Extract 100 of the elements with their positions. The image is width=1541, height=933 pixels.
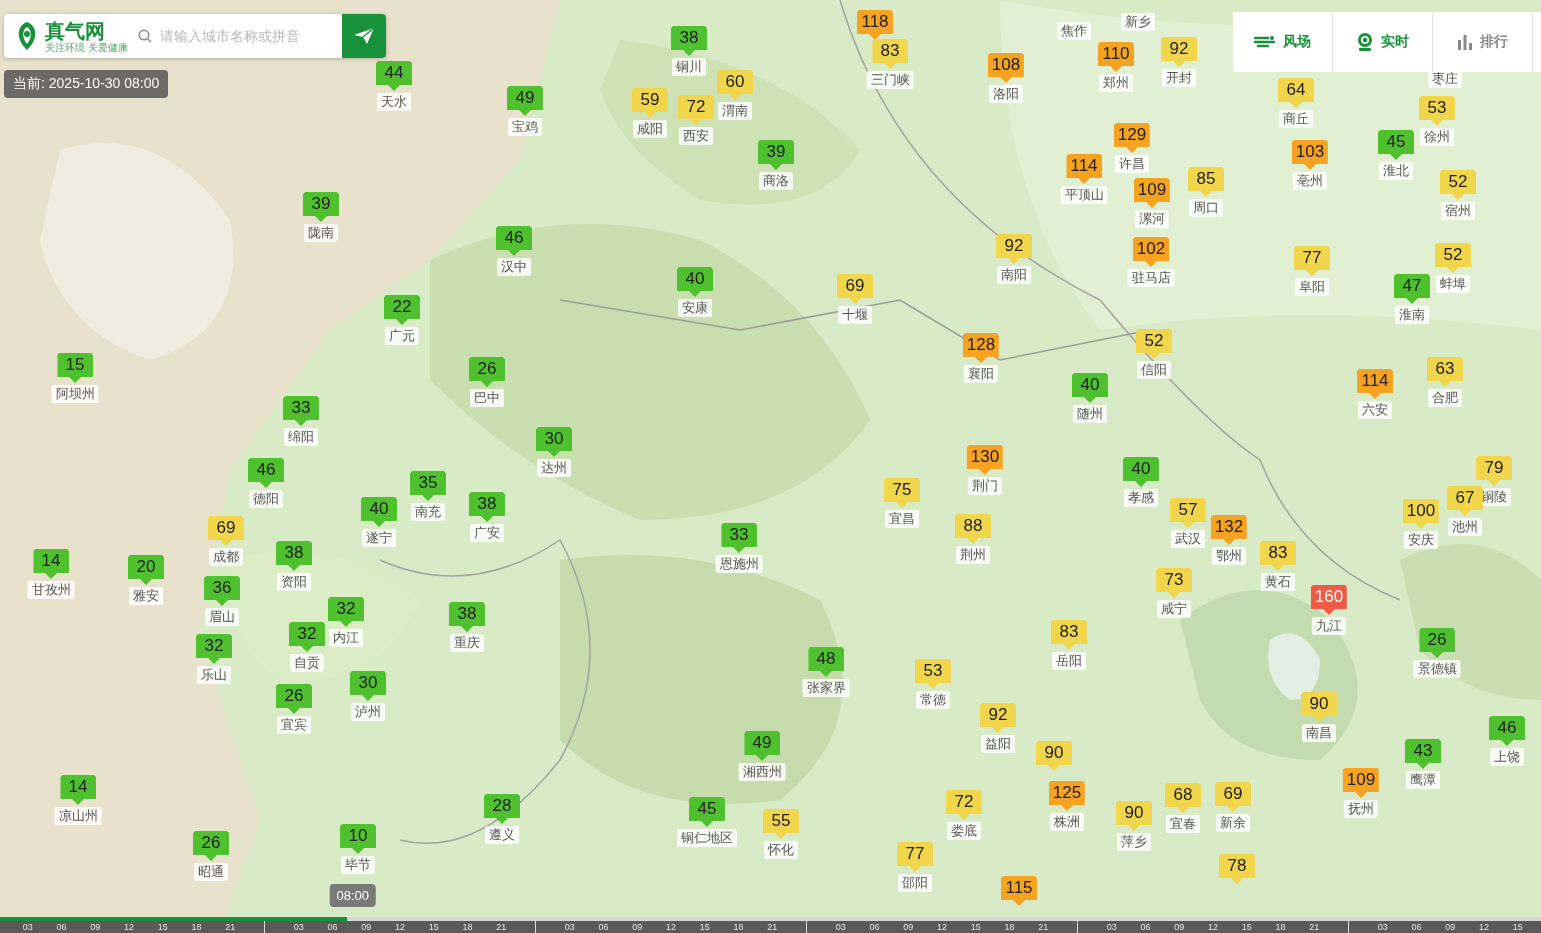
city-label: 广安	[470, 524, 504, 542]
city-label: 淮南	[1395, 306, 1429, 324]
hour-tick: 21	[766, 921, 779, 933]
city-label: 凉山州	[54, 807, 102, 825]
city-label: 荆门	[968, 477, 1002, 495]
hour-tick: 03	[1376, 921, 1389, 933]
city-label: 宜昌	[885, 510, 919, 528]
city-label: 郑州	[1099, 74, 1133, 92]
hour-tick: 12	[123, 921, 135, 933]
webcam-icon	[1356, 32, 1374, 52]
city-label: 商丘	[1279, 110, 1313, 128]
hour-tick: 09	[89, 921, 102, 933]
hour-tick: 06	[597, 921, 610, 933]
city-label: 宜春	[1166, 815, 1200, 833]
city-label: 自贡	[290, 654, 324, 672]
hour-tick: 15	[969, 921, 982, 933]
hour-tick: 03	[292, 921, 305, 933]
toolbar-tab[interactable]: 排行	[1433, 12, 1533, 72]
hour-tick: 09	[1173, 921, 1186, 933]
city-label: 亳州	[1293, 172, 1327, 190]
city-label: 咸宁	[1157, 600, 1191, 618]
city-label: 乐山	[197, 666, 231, 684]
city-label: 新余	[1216, 814, 1250, 832]
city-label: 池州	[1448, 518, 1482, 536]
hour-tick: 12	[1207, 921, 1219, 933]
hour-tick: 03	[563, 921, 576, 933]
city-label: 宜宾	[277, 716, 311, 734]
city-label: 安庆	[1404, 531, 1438, 549]
toolbar-tab[interactable]: 实时	[1333, 12, 1433, 72]
city-label: 泸州	[351, 703, 385, 721]
city-label: 内江	[329, 629, 363, 647]
city-label: 株洲	[1050, 813, 1084, 831]
city-label: 达州	[537, 459, 571, 477]
wind-icon	[1254, 35, 1276, 49]
search-field[interactable]: 请输入城市名称或拼音	[157, 27, 342, 45]
hour-tick: 18	[1003, 921, 1016, 933]
city-label: 淮北	[1379, 162, 1413, 180]
city-label: 昭通	[194, 863, 228, 881]
hour-tick: 06	[326, 921, 339, 933]
city-label: 铜川	[672, 58, 706, 76]
city-label: 毕节	[341, 856, 375, 874]
city-label: 常德	[916, 691, 950, 709]
logo-name: 真气网	[45, 19, 105, 42]
city-label: 怀化	[764, 841, 798, 859]
hour-tick: 21	[1037, 921, 1050, 933]
hour-tick: 09	[360, 921, 373, 933]
city-label: 十堰	[838, 306, 872, 324]
bar-chart-icon	[1457, 34, 1473, 50]
hour-tick: 18	[190, 921, 203, 933]
city-label: 蚌埠	[1436, 275, 1470, 293]
hour-tick: 15	[427, 921, 440, 933]
hour-tick: 12	[394, 921, 406, 933]
city-label: 抚州	[1344, 800, 1378, 818]
city-label: 德阳	[249, 490, 283, 508]
city-label: 成都	[209, 548, 243, 566]
city-label: 渭南	[718, 102, 752, 120]
toolbar-tab[interactable]: 风场	[1233, 12, 1333, 72]
city-label: 许昌	[1115, 155, 1149, 173]
send-button[interactable]	[341, 14, 386, 58]
city-label: 九江	[1312, 617, 1346, 635]
city-label: 阜阳	[1295, 278, 1329, 296]
time-thumb[interactable]: 08:00	[329, 884, 376, 907]
city-label: 六安	[1358, 401, 1392, 419]
city-label: 南阳	[997, 266, 1031, 284]
city-label: 焦作	[1057, 22, 1091, 40]
city-label: 信阳	[1137, 361, 1171, 379]
hour-tick: 06	[1139, 921, 1152, 933]
city-label: 鹰潭	[1406, 771, 1440, 789]
hour-tick: 03	[834, 921, 847, 933]
city-label: 鄂州	[1212, 547, 1246, 565]
city-label: 孝感	[1124, 489, 1158, 507]
city-label: 益阳	[981, 735, 1015, 753]
city-label: 张家界	[802, 679, 850, 697]
city-label: 重庆	[450, 634, 484, 652]
city-label: 宿州	[1441, 202, 1475, 220]
hour-tick: 09	[1444, 921, 1457, 933]
city-label: 景德镇	[1413, 660, 1461, 678]
city-label: 徐州	[1420, 128, 1454, 146]
city-label: 黄石	[1261, 573, 1295, 591]
city-label: 绵阳	[284, 428, 318, 446]
search-icon	[137, 29, 152, 43]
hour-tick: 12	[936, 921, 948, 933]
city-label: 邵阳	[898, 874, 932, 892]
city-label: 咸阳	[633, 120, 667, 138]
city-label: 安康	[678, 299, 712, 317]
hour-tick: 03	[1105, 921, 1118, 933]
hour-tick: 21	[224, 921, 237, 933]
hour-tick: 15	[1511, 921, 1524, 933]
city-label: 宝鸡	[508, 118, 542, 136]
city-label: 新乡	[1121, 13, 1155, 31]
city-label: 萍乡	[1117, 833, 1151, 851]
city-label: 娄底	[947, 822, 981, 840]
city-label: 甘孜州	[27, 581, 75, 599]
city-label: 广元	[385, 327, 419, 345]
hour-tick: 12	[665, 921, 677, 933]
city-label: 南充	[411, 503, 445, 521]
city-label: 天水	[377, 93, 411, 111]
city-label: 西安	[679, 127, 713, 145]
timeline-track[interactable]: 03 06 09 12 15 18 21 03 06 09 12 15 18 21 03 06 09 12 15 18 21 03 06 09 12 15 18 21 03 06 09 12 15 18 21 03 06 09 12 15	[0, 917, 1541, 933]
city-label: 驻马店	[1127, 269, 1175, 287]
